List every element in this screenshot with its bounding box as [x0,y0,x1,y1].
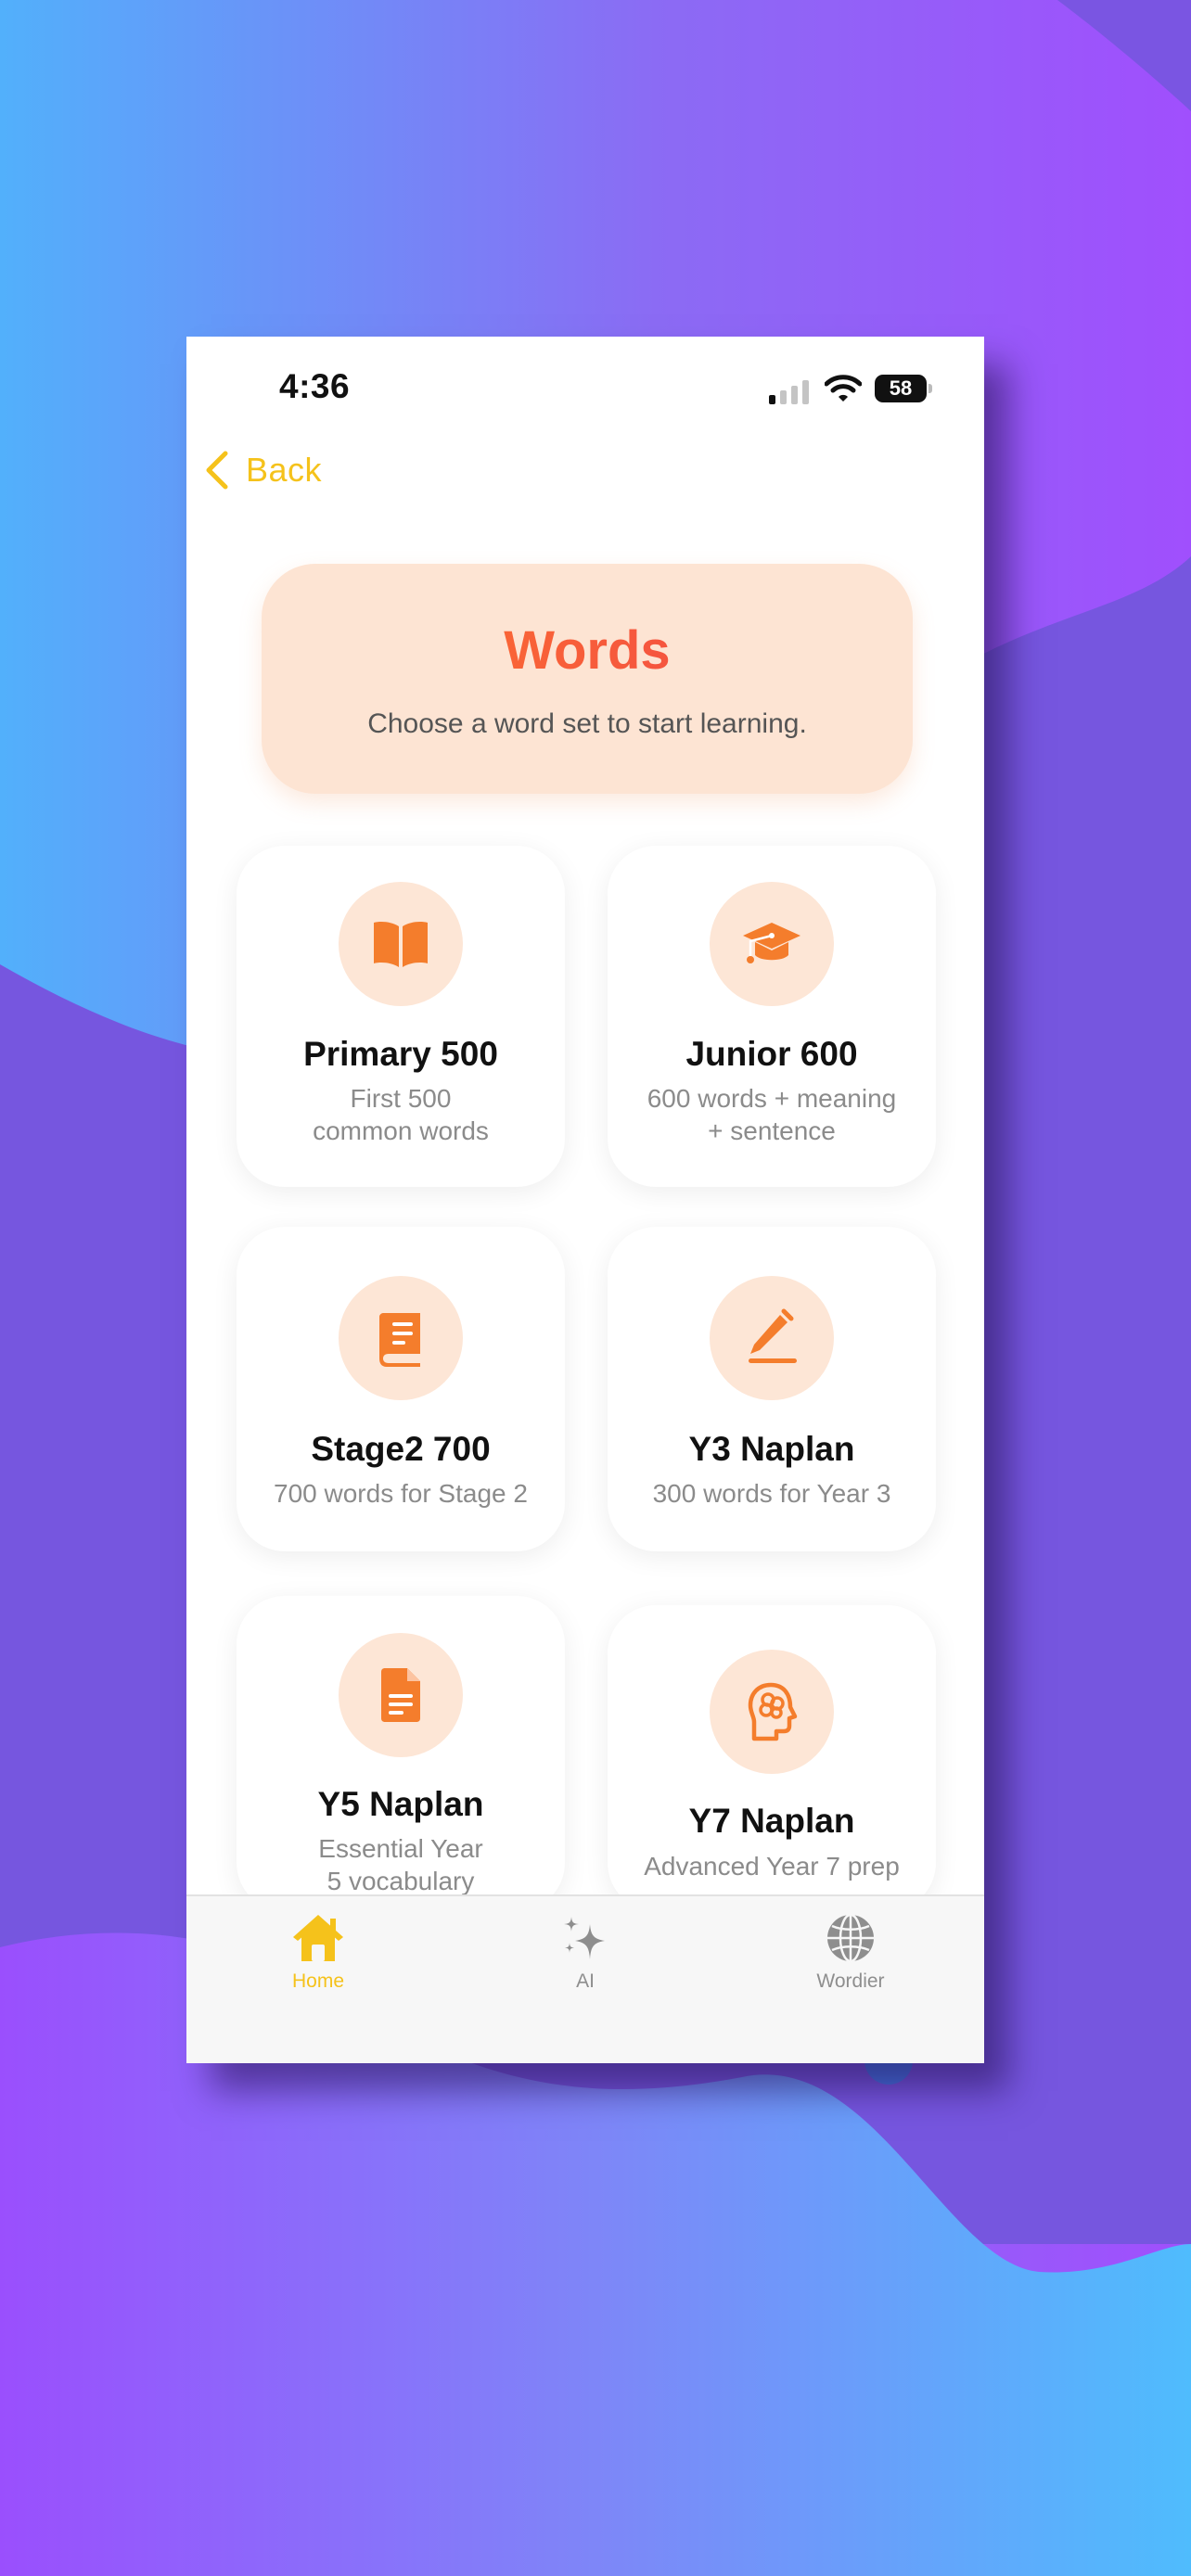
tab-label: Wordier [816,1970,885,1992]
word-set-icon-bg [339,882,463,1006]
word-set-desc: 600 words + meaning + sentence [647,1084,897,1145]
phone-screen: 4:36 58 Back Words Choose a word set to … [186,337,984,2063]
document-icon [381,1668,420,1722]
word-set-icon-bg [710,1276,834,1400]
word-set-icon-bg [339,1276,463,1400]
tab-label: Home [291,1970,345,1992]
book-open-icon [374,922,428,967]
word-set-desc: Essential Year 5 vocabulary [318,1834,483,1895]
word-set-desc: Advanced Year 7 prep [644,1852,900,1881]
word-set-icon-bg [710,882,834,1006]
word-set-desc: 300 words for Year 3 [652,1479,891,1508]
word-set-title: Y3 Naplan [688,1430,855,1468]
word-set-card-y3-naplan[interactable]: Y3 Naplan 300 words for Year 3 [608,1227,936,1551]
word-set-desc: First 500 common words [313,1084,489,1145]
word-set-card-junior-600[interactable]: Junior 600 600 words + meaning + sentenc… [608,846,936,1187]
word-set-icon-bg [339,1633,463,1757]
tab-wordier[interactable]: Wordier [758,1909,943,1993]
pencil-line-icon [749,1308,797,1363]
graduation-cap-icon [743,923,800,963]
word-set-title: Junior 600 [685,1035,858,1073]
word-set-title: Y7 Naplan [688,1802,855,1840]
word-set-card-stage2-700[interactable]: Stage2 700 700 words for Stage 2 [237,1227,565,1551]
word-set-card-y5-naplan[interactable]: Y5 Naplan Essential Year 5 vocabulary [237,1596,565,1911]
word-set-desc: 700 words for Stage 2 [274,1479,528,1508]
brain-head-icon [748,1682,798,1741]
word-set-title: Stage2 700 [311,1430,491,1468]
sparkles-icon [564,1917,605,1959]
tab-home[interactable]: Home [225,1909,411,1993]
book-icon [379,1313,420,1367]
word-set-title: Primary 500 [303,1035,498,1073]
tab-ai[interactable]: AI [493,1909,678,1993]
globe-icon [827,1913,874,1963]
word-set-card-primary-500[interactable]: Primary 500 First 500 common words [237,846,565,1187]
word-set-grid: Primary 500 First 500 common words Junio… [186,337,984,1911]
word-set-title: Y5 Naplan [317,1785,484,1823]
tab-label: AI [576,1970,595,1992]
house-icon [293,1915,343,1961]
word-set-icon-bg [710,1650,834,1774]
tab-bar: Home AI Wordier [186,1894,984,2063]
word-set-card-y7-naplan[interactable]: Y7 Naplan Advanced Year 7 prep [608,1605,936,1911]
